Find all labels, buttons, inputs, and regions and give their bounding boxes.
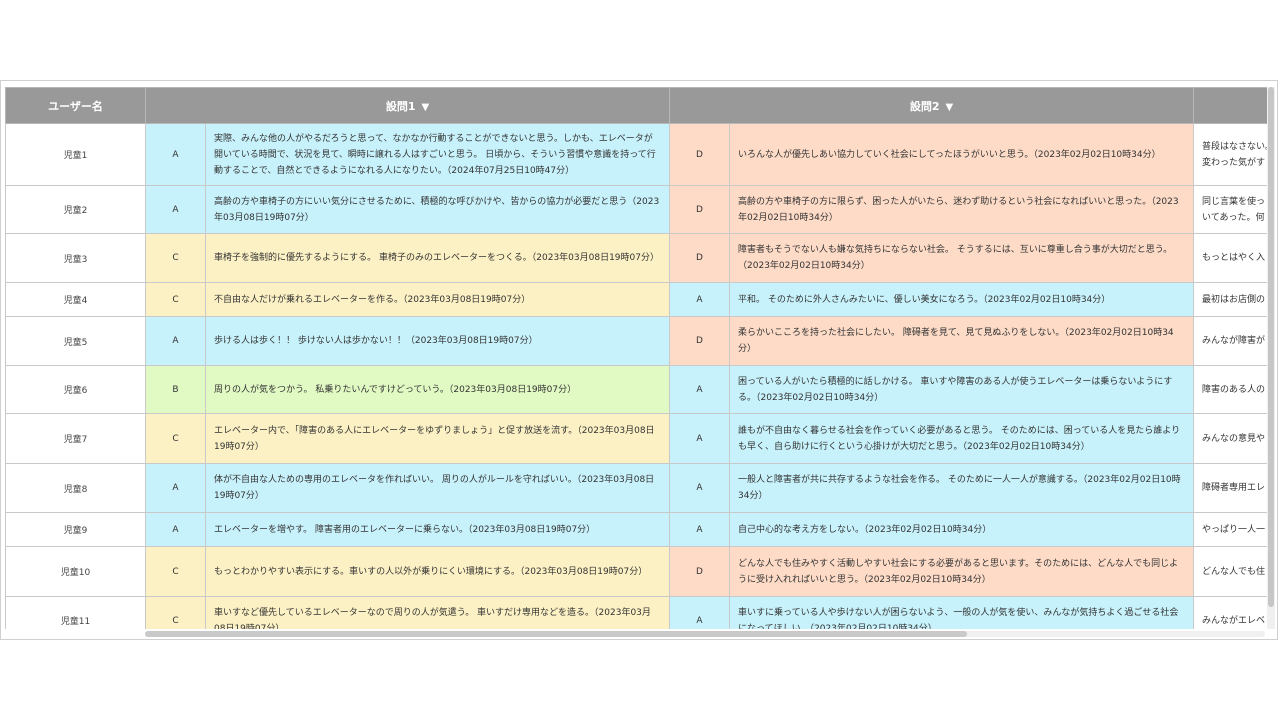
horizontal-scrollbar[interactable] <box>145 631 1265 637</box>
q1-answer-cell: A <box>145 185 206 234</box>
q1-text-cell: 歩ける人は歩く！！ 歩けない人は歩かない！！（2023年03月08日19時07分… <box>204 316 671 366</box>
q2-text-cell: いろんな人が優先しあい協力していく社会にしてったほうがいいと思う。（2023年0… <box>729 123 1195 186</box>
q2-answer-cell: D <box>669 546 731 597</box>
q3-text-cell: 最初はお店側の <box>1193 282 1267 317</box>
q2-text-cell: 困っている人がいたら積極的に話しかける。 車いすや障害のある人が使うエレベーター… <box>729 365 1195 414</box>
user-name-cell: 児童2 <box>5 185 146 234</box>
q2-answer-cell: D <box>669 316 731 366</box>
user-name-cell: 児童4 <box>5 282 146 317</box>
table-body: 児童1 A 実際、みんな他の人がやるだろうと思って、なかなか行動することができないと… <box>5 123 1267 629</box>
q1-answer-cell: A <box>145 316 206 366</box>
q3-text-cell: 普段はなさない。 変わった気がす <box>1193 123 1267 186</box>
q3-text-cell: どんな人でも住 <box>1193 546 1267 597</box>
q2-answer-cell: A <box>669 365 731 414</box>
column-header-q1-label: 設問1 <box>385 99 416 113</box>
user-name-cell: 児童9 <box>5 512 146 547</box>
table-viewport: ユーザー名 設問1 ▼ 設問2 ▼ 児童1 A 実際、みんな他の人がやるだろうと思って、… <box>5 87 1267 629</box>
q3-text-cell: みんなが障害が <box>1193 316 1267 366</box>
column-header-user[interactable]: ユーザー名 <box>5 87 146 124</box>
table-row[interactable]: 児童11 C 車いすなど優先しているエレベーターなので周りの人が気遣う。 車いすだけ… <box>5 596 1267 629</box>
user-name-cell: 児童3 <box>5 233 146 283</box>
q1-answer-cell: C <box>145 413 206 464</box>
user-name-cell: 児童7 <box>5 413 146 464</box>
column-header-user-label: ユーザー名 <box>48 99 103 113</box>
table-row[interactable]: 児童1 A 実際、みんな他の人がやるだろうと思って、なかなか行動することができないと… <box>5 123 1267 186</box>
q2-text-cell: 障害者もそうでない人も嫌な気持ちにならない社会。 そうするには、互いに尊重し合う… <box>729 233 1195 283</box>
table-row[interactable]: 児童7 C エレベーター内で、「障害のある人にエレベーターをゆずりましょう」と促す放… <box>5 413 1267 464</box>
q2-answer-cell: A <box>669 596 731 629</box>
survey-table: ユーザー名 設問1 ▼ 設問2 ▼ 児童1 A 実際、みんな他の人がやるだろうと思って、… <box>5 87 1267 629</box>
user-name-cell: 児童8 <box>5 463 146 513</box>
q1-text-cell: エレベーター内で、「障害のある人にエレベーターをゆずりましょう」と促す放送を流す… <box>204 413 671 464</box>
q2-text-cell: 自己中心的な考え方をしない。（2023年02月02日10時34分） <box>729 512 1195 547</box>
q1-text-cell: 不自由な人だけが乗れるエレベーターを作る。（2023年03月08日19時07分） <box>204 282 671 317</box>
q2-text-cell: 高齢の方や車椅子の方に限らず、困った人がいたら、迷わず助けるという社会になればい… <box>729 185 1195 234</box>
q1-answer-cell: C <box>145 596 206 629</box>
q1-text-cell: 周りの人が気をつかう。 私乗りたいんですけどっていう。（2023年03月08日1… <box>204 365 671 414</box>
q2-answer-cell: A <box>669 413 731 464</box>
q2-answer-cell: D <box>669 185 731 234</box>
column-header-q2[interactable]: 設問2 ▼ <box>669 87 1195 124</box>
q2-text-cell: 車いすに乗っている人や歩けない人が困らないよう、一般の人が気を使い、みんなが気持… <box>729 596 1195 629</box>
q1-answer-cell: C <box>145 282 206 317</box>
q2-answer-cell: A <box>669 512 731 547</box>
q2-text-cell: 平和。 そのために外人さんみたいに、優しい美女になろう。（2023年02月02日… <box>729 282 1195 317</box>
table-frame: ユーザー名 設問1 ▼ 設問2 ▼ 児童1 A 実際、みんな他の人がやるだろうと思って、… <box>0 80 1278 640</box>
table-row[interactable]: 児童4 C 不自由な人だけが乗れるエレベーターを作る。（2023年03月08日19時… <box>5 282 1267 317</box>
vertical-scrollbar[interactable] <box>1267 87 1275 629</box>
q1-answer-cell: B <box>145 365 206 414</box>
table-row[interactable]: 児童6 B 周りの人が気をつかう。 私乗りたいんですけどっていう。（2023年03月… <box>5 365 1267 414</box>
table-row[interactable]: 児童5 A 歩ける人は歩く！！ 歩けない人は歩かない！！（2023年03月08日19… <box>5 316 1267 366</box>
column-header-q3[interactable] <box>1193 87 1267 124</box>
q2-text-cell: 一般人と障害者が共に共存するような社会を作る。 そのために一人一人が意識する。（… <box>729 463 1195 513</box>
q3-text-cell: 障碍者専用エレ <box>1193 463 1267 513</box>
q1-text-cell: 高齢の方や車椅子の方にいい気分にさせるために、積極的な呼びかけや、皆からの協力が… <box>204 185 671 234</box>
q2-text-cell: 柔らかいこころを持った社会にしたい。 障碍者を見て、見て見ぬふりをしない。（20… <box>729 316 1195 366</box>
q1-text-cell: 車いすなど優先しているエレベーターなので周りの人が気遣う。 車いすだけ専用などを… <box>204 596 671 629</box>
q2-answer-cell: A <box>669 282 731 317</box>
table-row[interactable]: 児童9 A エレベーターを増やす。 障害者用のエレベーターに乗らない。（2023年0… <box>5 512 1267 547</box>
q1-answer-cell: A <box>145 123 206 186</box>
q3-text-cell: 同じ言葉を使っ いてあった。何 <box>1193 185 1267 234</box>
q3-text-cell: みんなの意見や <box>1193 413 1267 464</box>
sort-down-icon[interactable]: ▼ <box>421 102 429 113</box>
q2-answer-cell: D <box>669 123 731 186</box>
q1-text-cell: 体が不自由な人ための専用のエレベータを作ればいい。 周りの人がルールを守ればいい… <box>204 463 671 513</box>
table-row[interactable]: 児童8 A 体が不自由な人ための専用のエレベータを作ればいい。 周りの人がルールを守… <box>5 463 1267 513</box>
table-row[interactable]: 児童10 C もっとわかりやすい表示にする。車いすの人以外が乗りにくい環境にする。（… <box>5 546 1267 597</box>
vertical-scrollbar-thumb[interactable] <box>1268 87 1274 607</box>
user-name-cell: 児童5 <box>5 316 146 366</box>
table-row[interactable]: 児童2 A 高齢の方や車椅子の方にいい気分にさせるために、積極的な呼びかけや、皆から… <box>5 185 1267 234</box>
q1-answer-cell: C <box>145 233 206 283</box>
q1-answer-cell: A <box>145 463 206 513</box>
q2-answer-cell: D <box>669 233 731 283</box>
column-header-q1[interactable]: 設問1 ▼ <box>144 87 671 124</box>
q1-text-cell: もっとわかりやすい表示にする。車いすの人以外が乗りにくい環境にする。（2023年… <box>204 546 671 597</box>
q2-text-cell: 誰もが不自由なく暮らせる社会を作っていく必要があると思う。 そのためには、困って… <box>729 413 1195 464</box>
q3-text-cell: もっとはやく入 <box>1193 233 1267 283</box>
q2-text-cell: どんな人でも住みやすく活動しやすい社会にする必要があると思います。そのためには、… <box>729 546 1195 597</box>
user-name-cell: 児童1 <box>5 123 146 186</box>
user-name-cell: 児童6 <box>5 365 146 414</box>
q3-text-cell: みんながエレベ <box>1193 596 1267 629</box>
sort-down-icon[interactable]: ▼ <box>946 102 954 113</box>
user-name-cell: 児童10 <box>5 546 146 597</box>
user-name-cell: 児童11 <box>5 596 146 629</box>
q1-answer-cell: C <box>145 546 206 597</box>
q2-answer-cell: A <box>669 463 731 513</box>
q3-text-cell: やっぱり一人一 <box>1193 512 1267 547</box>
column-header-q2-label: 設問2 <box>909 99 940 113</box>
q1-text-cell: 実際、みんな他の人がやるだろうと思って、なかなか行動することができないと思う。し… <box>204 123 671 186</box>
q1-answer-cell: A <box>145 512 206 547</box>
q3-text-cell: 障害のある人の <box>1193 365 1267 414</box>
q1-text-cell: 車椅子を強制的に優先するようにする。 車椅子のみのエレベーターをつくる。（202… <box>204 233 671 283</box>
header-row: ユーザー名 設問1 ▼ 設問2 ▼ <box>5 87 1267 124</box>
horizontal-scrollbar-thumb[interactable] <box>145 631 967 637</box>
q1-text-cell: エレベーターを増やす。 障害者用のエレベーターに乗らない。（2023年03月08… <box>204 512 671 547</box>
table-row[interactable]: 児童3 C 車椅子を強制的に優先するようにする。 車椅子のみのエレベーターをつくる。… <box>5 233 1267 283</box>
